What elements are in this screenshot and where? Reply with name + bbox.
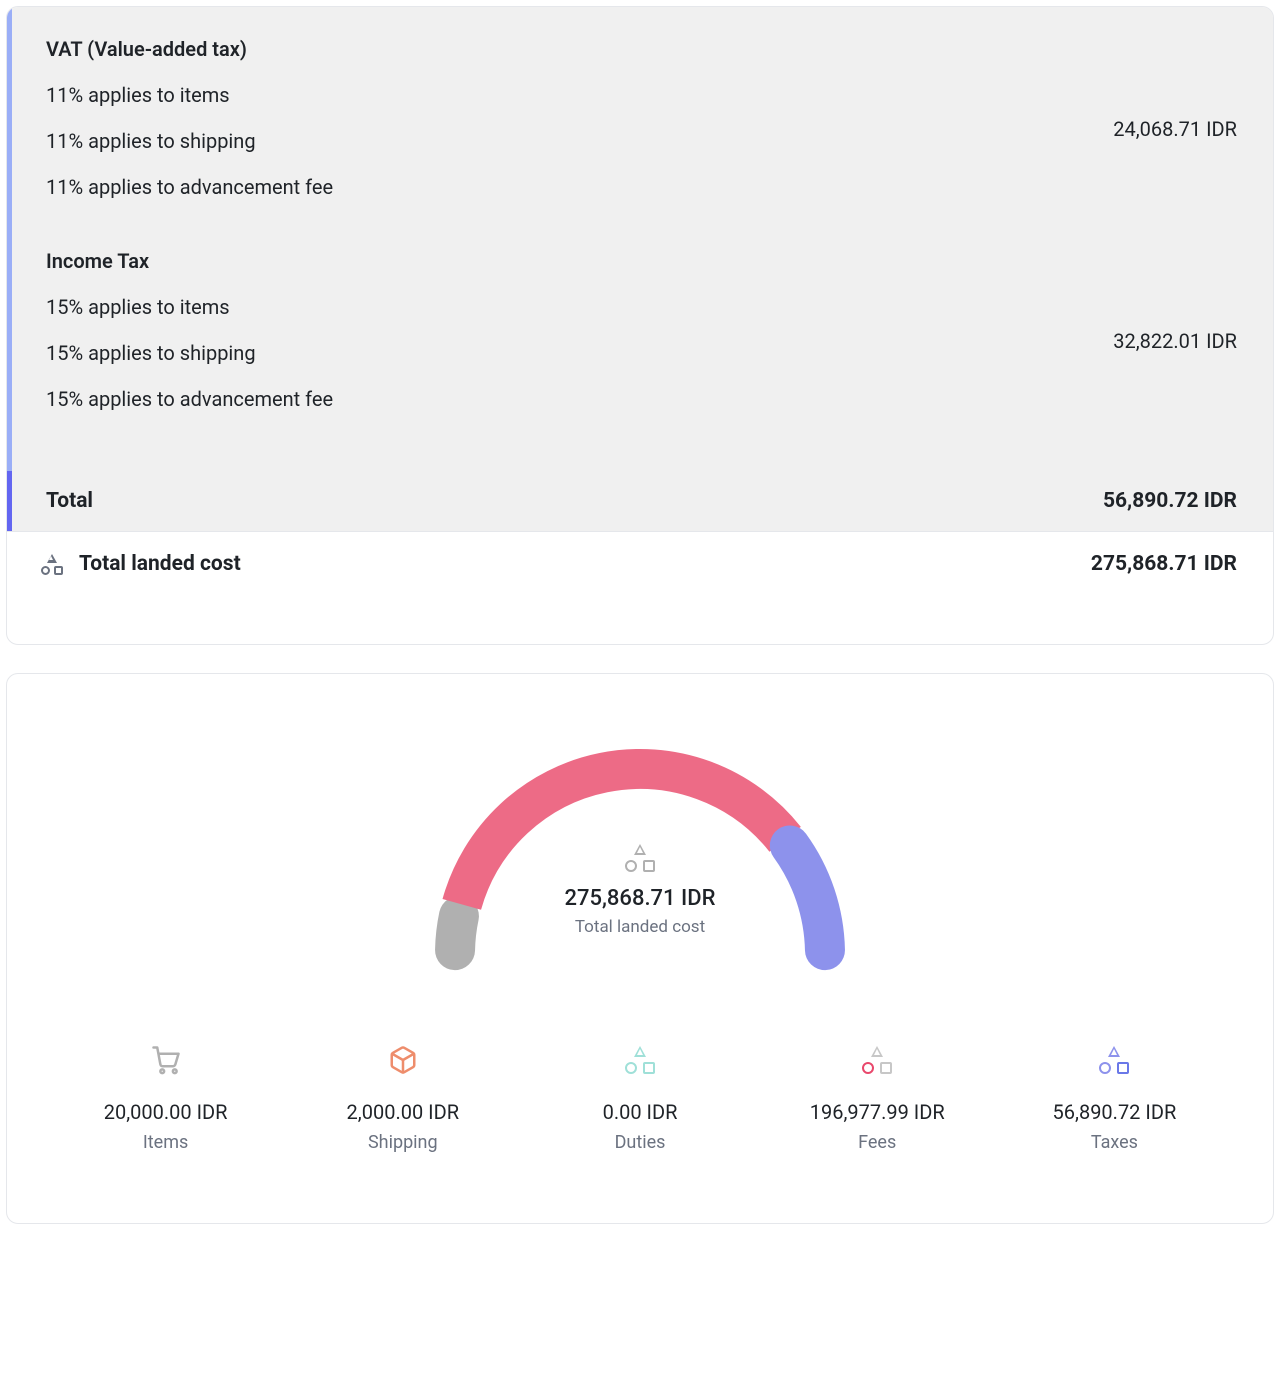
shapes-icon bbox=[996, 1044, 1233, 1076]
breakdown-item-duties: 0.00 IDR Duties bbox=[521, 1044, 758, 1153]
gauge-center: 275,868.71 IDR Total landed cost bbox=[420, 844, 860, 937]
landed-cost-value: 275,868.71 IDR bbox=[1091, 552, 1237, 576]
tax-row: Income Tax 15% applies to items 15% appl… bbox=[46, 249, 1237, 433]
breakdown-amount: 2,000.00 IDR bbox=[284, 1100, 521, 1124]
landed-cost-chart-card: 275,868.71 IDR Total landed cost 20,000.… bbox=[6, 673, 1274, 1224]
tax-total-value: 56,890.72 IDR bbox=[1103, 489, 1237, 513]
tax-amount: 24,068.71 IDR bbox=[1093, 117, 1237, 141]
tax-details: Income Tax 15% applies to items 15% appl… bbox=[46, 249, 1093, 433]
tax-amount: 32,822.01 IDR bbox=[1093, 329, 1237, 353]
breakdown-list: 20,000.00 IDR Items 2,000.00 IDR Shippin… bbox=[47, 1044, 1233, 1153]
tax-title: Income Tax bbox=[46, 249, 1093, 273]
landed-cost-label: Total landed cost bbox=[79, 552, 241, 576]
gauge-sublabel: Total landed cost bbox=[420, 917, 860, 937]
breakdown-label: Duties bbox=[521, 1132, 758, 1153]
tax-breakdown-panel: VAT (Value-added tax) 11% applies to ite… bbox=[7, 7, 1273, 471]
package-icon bbox=[284, 1044, 521, 1076]
gauge-amount: 275,868.71 IDR bbox=[420, 886, 860, 911]
breakdown-item-taxes: 56,890.72 IDR Taxes bbox=[996, 1044, 1233, 1153]
breakdown-label: Taxes bbox=[996, 1132, 1233, 1153]
landed-cost-left: Total landed cost bbox=[41, 552, 241, 576]
tax-row: VAT (Value-added tax) 11% applies to ite… bbox=[46, 37, 1237, 221]
tax-line: 15% applies to shipping bbox=[46, 341, 1093, 365]
tax-line: 11% applies to advancement fee bbox=[46, 175, 1093, 199]
breakdown-amount: 20,000.00 IDR bbox=[47, 1100, 284, 1124]
shapes-icon bbox=[625, 844, 655, 872]
tax-group-income: Income Tax 15% applies to items 15% appl… bbox=[46, 249, 1237, 433]
card-spacer bbox=[7, 596, 1273, 644]
breakdown-item-items: 20,000.00 IDR Items bbox=[47, 1044, 284, 1153]
tax-summary-card: VAT (Value-added tax) 11% applies to ite… bbox=[6, 6, 1274, 645]
tax-line: 11% applies to shipping bbox=[46, 129, 1093, 153]
tax-total-row: Total 56,890.72 IDR bbox=[7, 471, 1273, 531]
tax-title: VAT (Value-added tax) bbox=[46, 37, 1093, 61]
tax-total-label: Total bbox=[46, 489, 93, 513]
tax-line: 15% applies to items bbox=[46, 295, 1093, 319]
breakdown-amount: 0.00 IDR bbox=[521, 1100, 758, 1124]
breakdown-item-fees: 196,977.99 IDR Fees bbox=[759, 1044, 996, 1153]
breakdown-amount: 56,890.72 IDR bbox=[996, 1100, 1233, 1124]
tax-details: VAT (Value-added tax) 11% applies to ite… bbox=[46, 37, 1093, 221]
gauge-chart: 275,868.71 IDR Total landed cost bbox=[420, 734, 860, 974]
breakdown-label: Fees bbox=[759, 1132, 996, 1153]
cart-icon bbox=[47, 1044, 284, 1076]
breakdown-label: Items bbox=[47, 1132, 284, 1153]
landed-cost-row: Total landed cost 275,868.71 IDR bbox=[7, 531, 1273, 596]
tax-group-vat: VAT (Value-added tax) 11% applies to ite… bbox=[46, 37, 1237, 221]
tax-line: 11% applies to items bbox=[46, 83, 1093, 107]
breakdown-amount: 196,977.99 IDR bbox=[759, 1100, 996, 1124]
shapes-icon bbox=[41, 554, 63, 575]
breakdown-label: Shipping bbox=[284, 1132, 521, 1153]
shapes-icon bbox=[759, 1044, 996, 1076]
tax-line: 15% applies to advancement fee bbox=[46, 387, 1093, 411]
shapes-icon bbox=[521, 1044, 758, 1076]
breakdown-item-shipping: 2,000.00 IDR Shipping bbox=[284, 1044, 521, 1153]
